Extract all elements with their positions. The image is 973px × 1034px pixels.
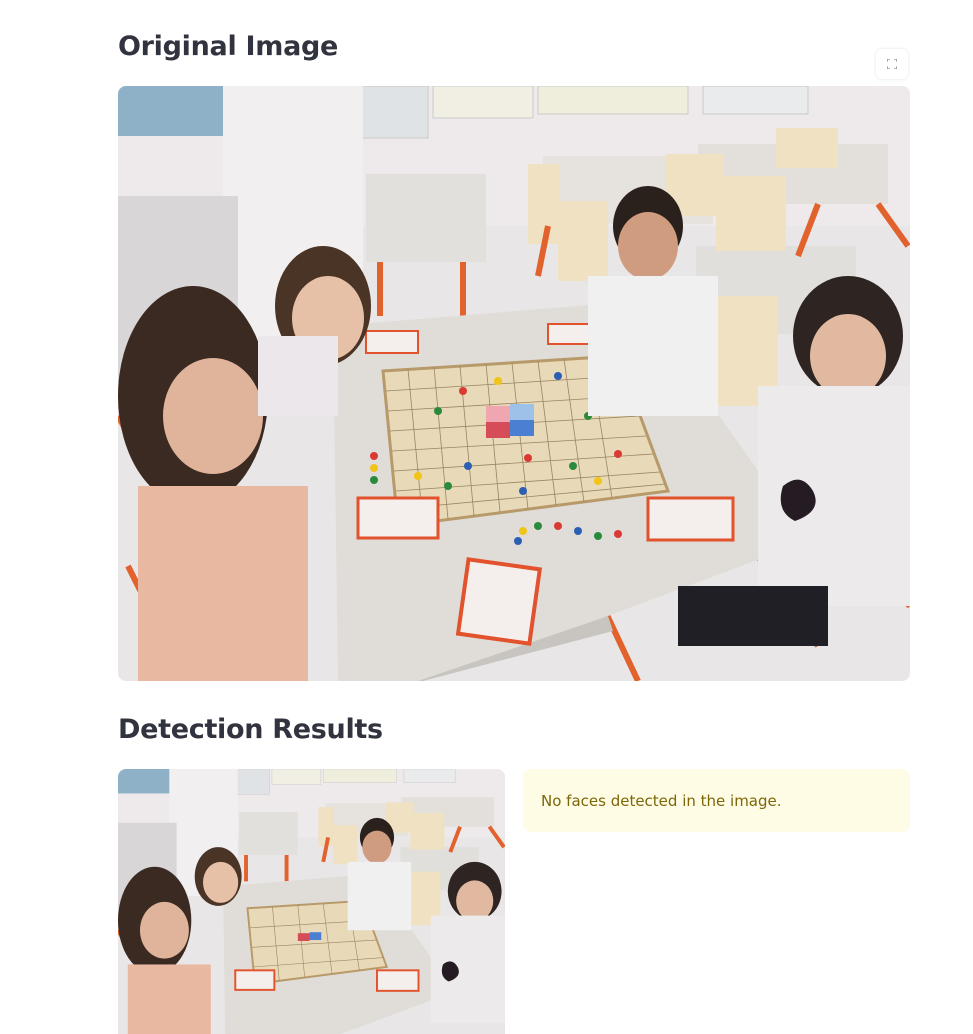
- original-image-heading: Original Image: [118, 31, 339, 62]
- fullscreen-expand-icon: [887, 59, 897, 69]
- fullscreen-button[interactable]: [876, 49, 908, 79]
- detection-result-image: [118, 769, 505, 1034]
- original-image: [118, 86, 910, 681]
- classroom-photo-thumbnail: [118, 769, 505, 1034]
- no-faces-alert: No faces detected in the image.: [523, 769, 910, 832]
- classroom-photo: [118, 86, 910, 681]
- detection-results-heading: Detection Results: [118, 714, 383, 745]
- alert-message: No faces detected in the image.: [541, 791, 782, 810]
